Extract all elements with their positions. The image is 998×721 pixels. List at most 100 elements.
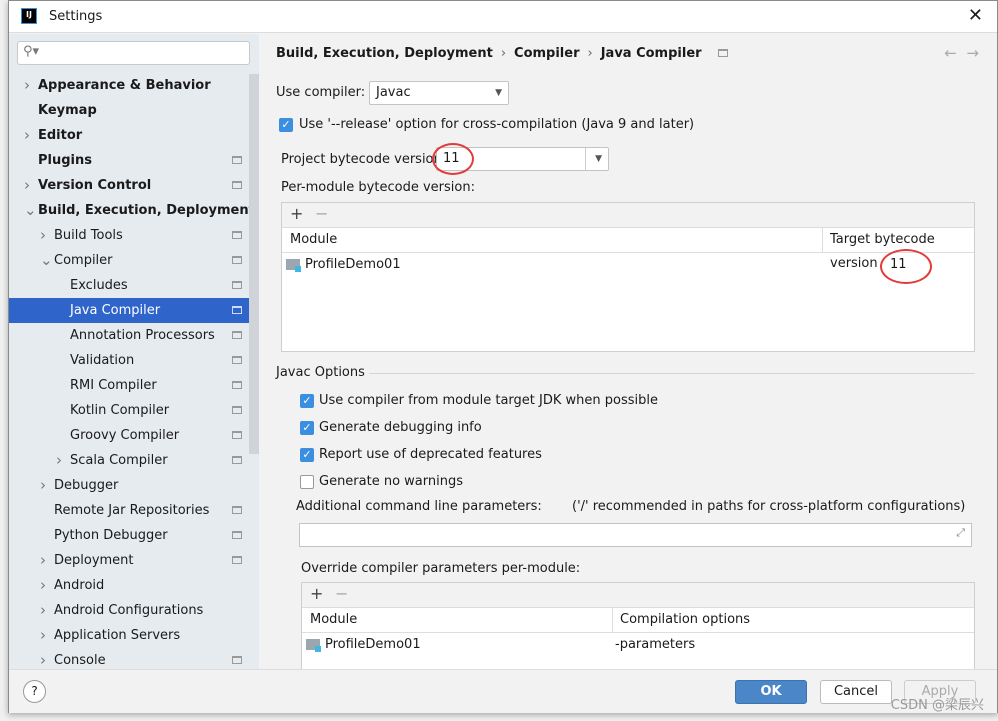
sidebar-item-application-servers[interactable]: › Application Servers (9, 623, 259, 648)
close-icon[interactable]: ✕ (968, 5, 983, 26)
release-option-label: Use '--release' option for cross-compila… (299, 117, 695, 132)
project-scope-icon (232, 256, 242, 264)
sidebar-item-java-compiler[interactable]: Java Compiler (9, 298, 259, 323)
sidebar-item-deployment[interactable]: › Deployment (9, 548, 259, 573)
chevron-down-icon[interactable]: ⌄ (24, 198, 37, 223)
chevron-right-icon[interactable]: › (40, 548, 46, 573)
sidebar-item-rmi-compiler[interactable]: RMI Compiler (9, 373, 259, 398)
chevron-right-icon[interactable]: › (24, 73, 30, 98)
sidebar-item-build-execution-deployment[interactable]: ⌄ Build, Execution, Deployment (9, 198, 259, 223)
sidebar-item-label: Console (54, 653, 106, 668)
table-row[interactable]: ProfileDemo01 11 (282, 253, 974, 278)
additional-params-label: Additional command line parameters: (296, 499, 542, 514)
sidebar-item-compiler[interactable]: ⌄ Compiler (9, 248, 259, 273)
column-header-module[interactable]: Module (310, 608, 357, 632)
chevron-right-icon[interactable]: › (40, 623, 46, 648)
chevron-right-icon[interactable]: › (24, 173, 30, 198)
sidebar-item-plugins[interactable]: Plugins (9, 148, 259, 173)
additional-params-input[interactable]: ⤢ (299, 523, 972, 547)
back-arrow-icon[interactable]: ← (944, 44, 957, 62)
sidebar-item-editor[interactable]: › Editor (9, 123, 259, 148)
sidebar-item-keymap[interactable]: Keymap (9, 98, 259, 123)
chevron-down-icon: ▼ (495, 88, 502, 98)
sidebar-item-annotation-processors[interactable]: Annotation Processors (9, 323, 259, 348)
release-option-checkbox[interactable]: ✓ (279, 118, 293, 132)
sidebar-item-validation[interactable]: Validation (9, 348, 259, 373)
sidebar-item-label: Version Control (38, 178, 152, 193)
sidebar-item-label: Editor (38, 128, 83, 143)
remove-icon[interactable]: − (335, 584, 348, 603)
watermark: CSDN @梁辰兴 (890, 698, 984, 713)
chevron-down-icon[interactable]: ⌄ (40, 248, 53, 273)
sidebar-item-kotlin-compiler[interactable]: Kotlin Compiler (9, 398, 259, 423)
sidebar-item-excludes[interactable]: Excludes (9, 273, 259, 298)
chevron-right-icon[interactable]: › (40, 473, 46, 498)
breadcrumb: Build, Execution, Deployment › Compiler › Ja… (276, 46, 729, 61)
option-checkbox[interactable]: ✓ (300, 448, 314, 462)
add-icon[interactable]: + (290, 204, 303, 223)
table-row[interactable]: ProfileDemo01 -parameters (302, 633, 974, 658)
use-compiler-label: Use compiler: (276, 85, 366, 100)
column-header-options[interactable]: Compilation options (612, 608, 750, 632)
per-module-label: Per-module bytecode version: (281, 180, 475, 195)
sidebar-item-label: Deployment (54, 553, 134, 568)
option-checkbox[interactable] (300, 475, 314, 489)
project-scope-icon (718, 49, 729, 57)
search-input[interactable]: ⚲▾ (17, 41, 250, 65)
sidebar-item-label: Android (54, 578, 105, 593)
remove-icon[interactable]: − (315, 204, 328, 223)
breadcrumb-item: Java Compiler (600, 46, 702, 61)
ok-button[interactable]: OK (735, 680, 807, 704)
project-scope-icon (232, 156, 242, 164)
sidebar-item-label: Appearance & Behavior (38, 78, 211, 93)
sidebar-item-groovy-compiler[interactable]: Groovy Compiler (9, 423, 259, 448)
sidebar-item-python-debugger[interactable]: Python Debugger (9, 523, 259, 548)
column-header-module[interactable]: Module (290, 228, 337, 252)
sidebar-scrollbar[interactable] (249, 74, 259, 454)
forward-arrow-icon[interactable]: → (966, 44, 979, 62)
sidebar-item-android[interactable]: › Android (9, 573, 259, 598)
sidebar-item-android-configurations[interactable]: › Android Configurations (9, 598, 259, 623)
breadcrumb-item[interactable]: Compiler (514, 46, 579, 61)
sidebar-item-label: Scala Compiler (70, 453, 168, 468)
project-scope-icon (232, 531, 242, 539)
sidebar-item-label: Compiler (54, 253, 113, 268)
project-scope-icon (232, 331, 242, 339)
sidebar-item-console[interactable]: › Console (9, 648, 259, 669)
chevron-right-icon[interactable]: › (40, 573, 46, 598)
project-scope-icon (232, 456, 242, 464)
help-button[interactable]: ? (23, 680, 46, 703)
chevron-right-icon[interactable]: › (40, 648, 46, 669)
expand-icon[interactable]: ⤢ (956, 526, 965, 540)
window-title: Settings (49, 9, 103, 24)
sidebar-item-remote-jar-repositories[interactable]: Remote Jar Repositories (9, 498, 259, 523)
project-scope-icon (232, 431, 242, 439)
sidebar-item-build-tools[interactable]: › Build Tools (9, 223, 259, 248)
cancel-button[interactable]: Cancel (820, 680, 892, 704)
chevron-right-icon[interactable]: › (56, 448, 62, 473)
sidebar-item-scala-compiler[interactable]: › Scala Compiler (9, 448, 259, 473)
override-label: Override compiler parameters per-module: (301, 561, 581, 576)
use-compiler-dropdown[interactable]: Javac ▼ (369, 81, 509, 105)
breadcrumb-item[interactable]: Build, Execution, Deployment (276, 46, 493, 61)
option-checkbox[interactable]: ✓ (300, 421, 314, 435)
main-panel: Build, Execution, Deployment › Compiler › Ja… (259, 34, 997, 672)
option-checkbox[interactable]: ✓ (300, 394, 314, 408)
chevron-right-icon[interactable]: › (40, 223, 46, 248)
annotation-circle (432, 143, 474, 175)
project-scope-icon (232, 656, 242, 664)
sidebar-item-debugger[interactable]: › Debugger (9, 473, 259, 498)
project-scope-icon (232, 281, 242, 289)
chevron-right-icon[interactable]: › (24, 123, 30, 148)
project-scope-icon (232, 181, 242, 189)
add-icon[interactable]: + (310, 584, 323, 603)
sidebar-item-appearance-behavior[interactable]: › Appearance & Behavior (9, 73, 259, 98)
chevron-right-icon[interactable]: › (40, 598, 46, 623)
sidebar-item-label: Annotation Processors (70, 328, 215, 343)
column-header-target[interactable]: Target bytecode version (822, 228, 974, 271)
option-label: Use compiler from module target JDK when… (319, 393, 658, 408)
additional-params-hint: ('/' recommended in paths for cross-plat… (572, 499, 966, 514)
project-bytecode-label: Project bytecode version: (281, 152, 447, 167)
project-scope-icon (232, 406, 242, 414)
sidebar-item-version-control[interactable]: › Version Control (9, 173, 259, 198)
